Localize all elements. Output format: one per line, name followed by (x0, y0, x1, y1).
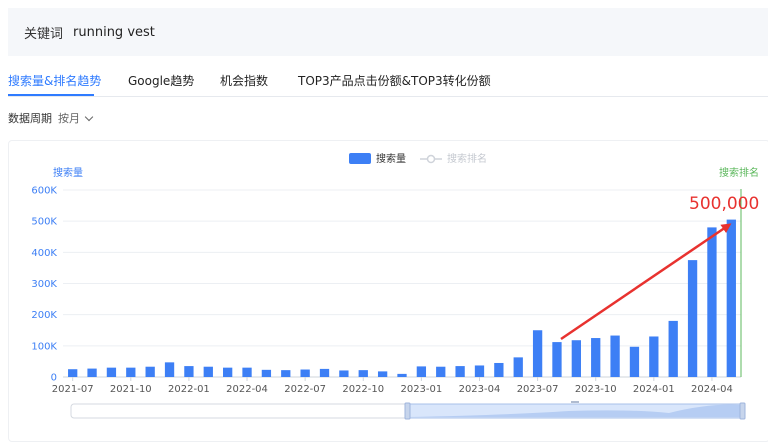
bar (87, 368, 97, 377)
x-tick-label: 2023-07 (517, 384, 559, 395)
active-tab-indicator (8, 94, 94, 96)
y-tick-label: 300K (31, 279, 57, 290)
y-left-axis-title: 搜索量 (53, 166, 83, 179)
trend-arrow (560, 223, 732, 341)
bar (377, 371, 388, 377)
bar (416, 366, 427, 377)
chevron-down-icon[interactable] (84, 112, 94, 122)
legend-label-rank[interactable]: 搜索排名 (447, 152, 487, 165)
period-selector[interactable]: 数据周期 按月 (8, 110, 94, 126)
bar (513, 357, 523, 377)
bar (184, 366, 194, 377)
bar (106, 367, 117, 377)
legend-marker-rank[interactable] (426, 154, 436, 164)
x-tick-label: 2023-04 (459, 384, 501, 395)
bar (261, 369, 272, 377)
x-tick-label: 2022-10 (342, 384, 384, 395)
y-tick-label: 200K (31, 310, 57, 321)
peak-annotation: 500,000 (689, 194, 759, 214)
period-label: 数据周期 (8, 112, 52, 125)
bar (281, 370, 291, 377)
bar (649, 336, 659, 377)
bar (145, 366, 155, 377)
tab-bar: 搜索量&排名趋势 Google趋势 机会指数 TOP3产品点击份额&TOP3转化… (8, 64, 768, 97)
keyword-label: 关键词 (24, 26, 64, 42)
y-tick-label: 100K (31, 341, 57, 352)
bar (242, 367, 252, 377)
bar (610, 335, 620, 377)
x-tick-labels: 2021-07 2021-10 2022-01 2022-04 2022-07 2022-… (52, 377, 733, 395)
legend-label-search-volume[interactable]: 搜索量 (376, 152, 406, 165)
x-tick-label: 2021-10 (110, 384, 152, 395)
x-tick-label: 2022-04 (226, 384, 268, 395)
tab-google-trends[interactable]: Google趋势 (128, 72, 194, 89)
bar (300, 369, 310, 377)
bar (436, 366, 446, 377)
bar (164, 362, 175, 377)
x-tick-label: 2023-01 (400, 384, 442, 395)
bar (474, 365, 485, 377)
bar (126, 367, 136, 377)
x-tick-label: 2022-07 (284, 384, 326, 395)
x-tick-label: 2024-04 (691, 384, 733, 395)
gridlines (63, 189, 741, 378)
bar (455, 366, 465, 377)
bar (203, 366, 213, 377)
bar (358, 370, 368, 377)
bars (68, 219, 736, 377)
tab-top3-share[interactable]: TOP3产品点击份额&TOP3转化份额 (298, 72, 491, 89)
y-tick-labels: 0 100K 200K 300K 400K 500K 600K (31, 186, 57, 384)
data-zoom-slider[interactable] (70, 401, 746, 420)
x-tick-label: 2024-01 (633, 384, 675, 395)
bar (668, 320, 678, 377)
y-tick-label: 0 (51, 373, 57, 384)
tab-search-volume-rank[interactable]: 搜索量&排名趋势 (8, 72, 101, 89)
bar (68, 369, 78, 377)
bar (397, 373, 407, 377)
x-tick-label: 2023-10 (575, 384, 617, 395)
bar (591, 338, 601, 377)
bar (726, 219, 736, 377)
keyword-value: running vest (73, 24, 155, 40)
y-tick-label: 400K (31, 248, 57, 259)
bar (552, 342, 562, 377)
bar (532, 330, 543, 377)
bar (223, 367, 233, 377)
bar (571, 340, 581, 377)
bar (339, 370, 349, 377)
tab-opportunity-index[interactable]: 机会指数 (220, 72, 268, 89)
x-tick-label: 2022-01 (168, 384, 210, 395)
chart-card: 搜索量 搜索排名 搜索量 搜索排名 0 100K 200K 300K 400K 500K 6… (8, 140, 768, 442)
zoom-handle-right[interactable] (739, 402, 746, 420)
y-tick-label: 500K (31, 217, 57, 228)
keyword-bar: 关键词 running vest (8, 8, 768, 56)
bar (319, 368, 330, 377)
period-value[interactable]: 按月 (58, 112, 80, 125)
bar (629, 346, 640, 377)
search-volume-chart: 搜索量 搜索排名 搜索量 搜索排名 0 100K 200K 300K 400K 500K 6… (31, 152, 759, 420)
legend-swatch-search-volume[interactable] (349, 153, 371, 164)
x-tick-label: 2021-07 (52, 384, 94, 395)
bar (494, 362, 504, 377)
zoom-handle-left[interactable] (404, 402, 411, 420)
bar (707, 227, 717, 377)
bar (687, 260, 698, 377)
y-tick-label: 600K (31, 186, 57, 197)
y-right-axis-title: 搜索排名 (719, 166, 759, 179)
